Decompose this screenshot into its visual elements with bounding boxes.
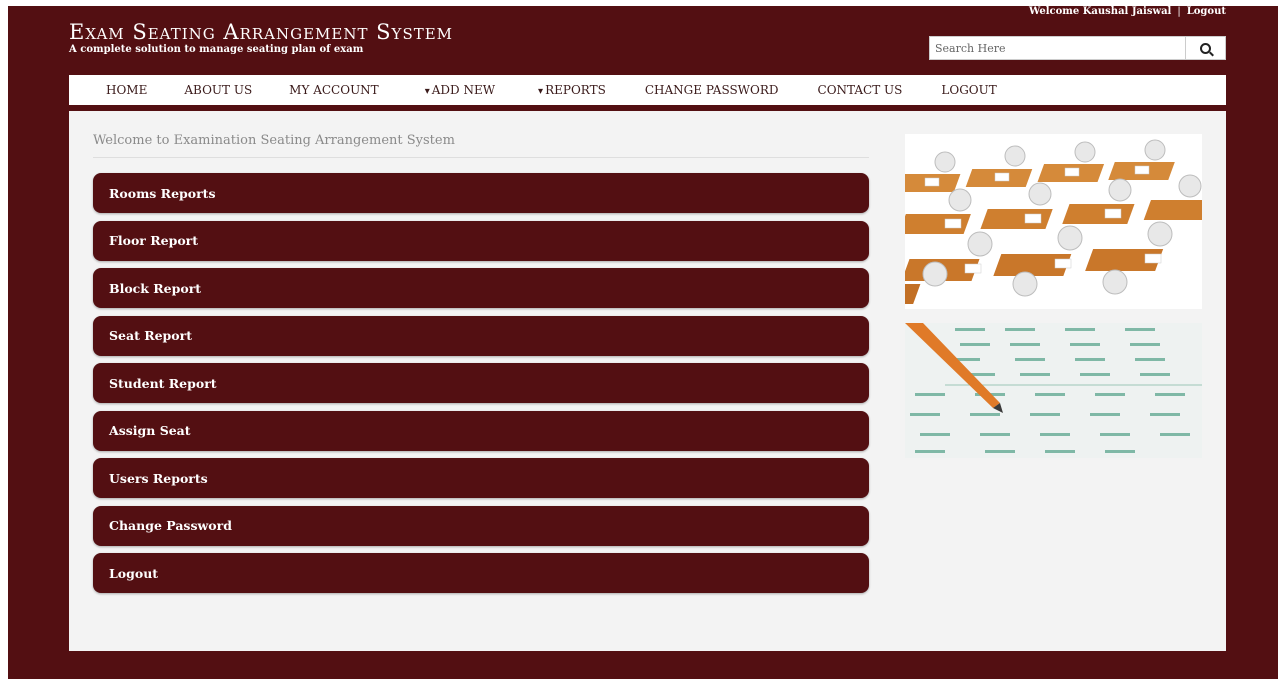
search-button[interactable]	[1186, 36, 1226, 60]
page-heading: Welcome to Examination Seating Arrangeme…	[93, 133, 869, 158]
nav-logout[interactable]: LOGOUT	[941, 83, 996, 97]
nav-contact-us[interactable]: CONTACT US	[818, 83, 903, 97]
floor-report-button[interactable]: Floor Report	[93, 220, 869, 261]
main-nav: HOME ABOUT US MY ACCOUNT ▾ ADD NEW ▾ REPOR…	[69, 75, 1226, 108]
answer-sheet-illustration	[905, 323, 1202, 458]
chevron-down-icon: ▾	[424, 86, 430, 97]
rooms-reports-button[interactable]: Rooms Reports	[93, 173, 869, 213]
content-panel: Welcome to Examination Seating Arrangeme…	[69, 111, 1226, 651]
classroom-illustration	[905, 134, 1202, 309]
nav-reports[interactable]: ▾ REPORTS	[538, 83, 606, 97]
report-menu: Rooms Reports Floor Report Block Report …	[93, 173, 869, 601]
assign-seat-button[interactable]: Assign Seat	[93, 410, 869, 451]
site-subtitle: A complete solution to manage seating pl…	[69, 44, 364, 55]
classroom-exam-image	[905, 134, 1202, 309]
user-bar: Welcome Kaushal Jaiswal | Logout	[1029, 6, 1226, 17]
welcome-user: Welcome Kaushal Jaiswal	[1028, 6, 1172, 17]
users-reports-button[interactable]: Users Reports	[93, 458, 869, 498]
top-logout-link[interactable]: Logout	[1187, 6, 1226, 17]
seat-report-button[interactable]: Seat Report	[93, 315, 869, 356]
nav-my-account[interactable]: MY ACCOUNT	[289, 83, 379, 97]
student-report-button[interactable]: Student Report	[93, 363, 869, 403]
chevron-down-icon: ▾	[538, 86, 544, 97]
search-icon	[1200, 42, 1211, 54]
search-input[interactable]	[929, 36, 1186, 60]
brand: Exam Seating Arrangement System A comple…	[69, 20, 453, 56]
block-report-button[interactable]: Block Report	[93, 268, 869, 308]
answer-sheet-image	[905, 323, 1202, 458]
nav-change-password[interactable]: CHANGE PASSWORD	[645, 83, 779, 97]
change-password-button[interactable]: Change Password	[93, 505, 869, 546]
user-bar-separator: |	[1177, 6, 1181, 17]
nav-home[interactable]: HOME	[106, 83, 147, 97]
site-title: Exam Seating Arrangement System	[69, 20, 454, 44]
logout-button[interactable]: Logout	[93, 553, 869, 593]
search-box	[929, 36, 1226, 60]
nav-add-new[interactable]: ▾ ADD NEW	[425, 83, 495, 97]
nav-about-us[interactable]: ABOUT US	[184, 83, 252, 97]
